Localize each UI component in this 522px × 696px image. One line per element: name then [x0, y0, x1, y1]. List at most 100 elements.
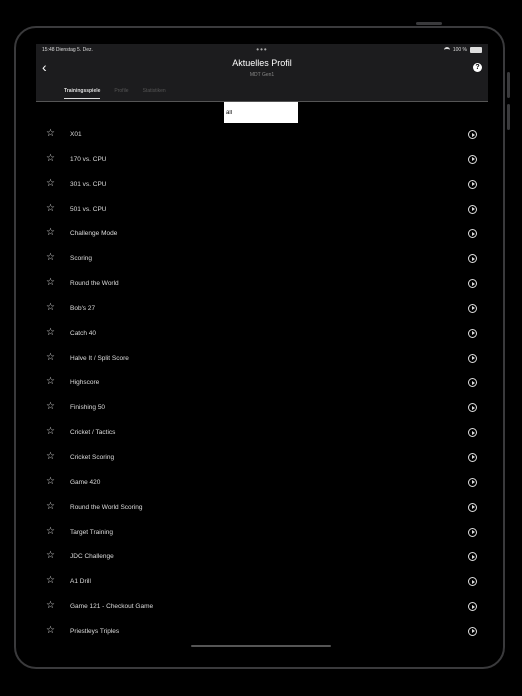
profile-subtitle: MDT Gen1 — [249, 72, 275, 78]
play-icon[interactable] — [468, 204, 477, 214]
status-time: 15:48 Dienstag 5. Dez. — [42, 47, 93, 53]
game-name: Challenge Mode — [70, 230, 118, 238]
play-icon[interactable] — [468, 452, 477, 462]
list-item[interactable]: ☆ Priestleys Triples — [36, 620, 488, 645]
play-icon[interactable] — [468, 279, 477, 289]
list-item[interactable]: ☆ Highscore — [36, 371, 488, 396]
play-icon[interactable] — [468, 303, 477, 313]
play-icon[interactable] — [468, 403, 477, 413]
star-icon[interactable]: ☆ — [46, 178, 55, 189]
status-date: Dienstag 5. Dez. — [55, 47, 93, 53]
tab-trainingsspiele[interactable]: Trainingsspiele — [64, 88, 101, 99]
play-icon[interactable] — [468, 602, 477, 612]
list-item[interactable]: ☆ A1 Drill — [36, 570, 488, 595]
status-right: 100 % — [443, 47, 482, 53]
star-icon[interactable]: ☆ — [46, 228, 55, 238]
tab-statistiken[interactable]: Statistiken — [143, 88, 166, 99]
list-item[interactable]: ☆ Round the World — [36, 272, 488, 297]
nav-header: 15:48 Dienstag 5. Dez. ••• 100 % ‹ Aktue… — [36, 44, 488, 102]
star-icon[interactable]: ☆ — [46, 203, 55, 214]
star-icon[interactable]: ☆ — [46, 526, 55, 537]
play-icon[interactable] — [468, 527, 477, 537]
star-icon[interactable]: ☆ — [46, 476, 55, 487]
game-name: Priestleys Triples — [70, 627, 120, 635]
filter-input[interactable] — [224, 102, 298, 123]
list-item[interactable]: ☆ 501 vs. CPU — [36, 198, 488, 223]
star-icon[interactable]: ☆ — [46, 153, 55, 164]
star-icon[interactable]: ☆ — [46, 129, 55, 139]
star-icon[interactable]: ☆ — [46, 402, 55, 412]
device-volume-up-button — [507, 72, 510, 98]
star-icon[interactable]: ☆ — [46, 501, 55, 512]
list-item[interactable]: ☆ X01 — [36, 123, 488, 148]
list-item[interactable]: ☆ Finishing 50 — [36, 396, 488, 421]
play-icon[interactable] — [468, 626, 477, 636]
home-indicator[interactable] — [191, 645, 331, 647]
game-name: Catch 40 — [70, 329, 97, 337]
list-item[interactable]: ☆ Bob's 27 — [36, 297, 488, 322]
game-name: Finishing 50 — [70, 404, 106, 412]
status-clock: 15:48 — [42, 47, 55, 53]
list-item[interactable]: ☆ Game 121 - Checkout Game — [36, 595, 488, 620]
play-icon[interactable] — [468, 477, 477, 487]
star-icon[interactable]: ☆ — [46, 302, 55, 313]
star-icon[interactable]: ☆ — [46, 278, 55, 288]
play-icon[interactable] — [468, 552, 477, 562]
game-name: Cricket / Tactics — [70, 429, 116, 437]
list-item[interactable]: ☆ Cricket / Tactics — [36, 421, 488, 446]
star-icon[interactable]: ☆ — [46, 625, 55, 636]
battery-icon — [470, 47, 482, 53]
play-icon[interactable] — [468, 378, 477, 388]
list-item[interactable]: ☆ JDC Challenge — [36, 545, 488, 570]
play-icon[interactable] — [468, 428, 477, 438]
star-icon[interactable]: ☆ — [46, 352, 55, 363]
star-icon[interactable]: ☆ — [46, 551, 55, 561]
play-icon[interactable] — [468, 229, 477, 239]
tab-profile[interactable]: Profile — [114, 88, 128, 99]
play-icon[interactable] — [468, 179, 477, 189]
list-item[interactable]: ☆ Catch 40 — [36, 322, 488, 347]
list-item[interactable]: ☆ Round the World Scoring — [36, 496, 488, 521]
star-icon[interactable]: ☆ — [46, 576, 55, 586]
page-title: Aktuelles Profil — [232, 58, 292, 68]
star-icon[interactable]: ☆ — [46, 253, 55, 263]
play-icon[interactable] — [468, 577, 477, 587]
game-name: Bob's 27 — [70, 304, 96, 312]
tab-bar: Trainingsspiele Profile Statistiken — [64, 88, 166, 99]
list-item[interactable]: ☆ Challenge Mode — [36, 222, 488, 247]
list-item[interactable]: ☆ Game 420 — [36, 471, 488, 496]
game-name: 501 vs. CPU — [70, 205, 107, 213]
list-item[interactable]: ☆ Scoring — [36, 247, 488, 272]
game-name: Game 420 — [70, 478, 101, 486]
game-name: Target Training — [70, 528, 113, 536]
play-icon[interactable] — [468, 154, 477, 164]
play-icon[interactable] — [468, 130, 477, 139]
list-item[interactable]: ☆ 170 vs. CPU — [36, 148, 488, 173]
device-volume-down-button — [507, 104, 510, 130]
list-item[interactable]: ☆ Target Training — [36, 521, 488, 546]
help-button[interactable]: ? — [473, 63, 482, 72]
multitasking-dots-icon[interactable]: ••• — [256, 45, 267, 54]
game-list: ☆ X01 ☆ 170 vs. CPU ☆ 301 vs. CPU ☆ 501 vs. CPU… — [36, 123, 488, 645]
status-bar: 15:48 Dienstag 5. Dez. ••• 100 % — [42, 45, 482, 55]
play-icon[interactable] — [468, 353, 477, 363]
list-item[interactable]: ☆ Cricket Scoring — [36, 446, 488, 471]
star-icon[interactable]: ☆ — [46, 327, 55, 338]
screen: 15:48 Dienstag 5. Dez. ••• 100 % ‹ Aktue… — [36, 44, 488, 653]
battery-percent: 100 % — [452, 47, 467, 53]
game-name: Round the World — [70, 280, 119, 288]
game-name: X01 — [70, 131, 82, 138]
star-icon[interactable]: ☆ — [46, 377, 55, 387]
play-icon[interactable] — [468, 254, 477, 264]
list-item[interactable]: ☆ 301 vs. CPU — [36, 173, 488, 198]
list-item[interactable]: ☆ Halve It / Split Score — [36, 347, 488, 372]
star-icon[interactable]: ☆ — [46, 601, 55, 611]
device-top-button — [416, 22, 442, 25]
game-name: Cricket Scoring — [70, 453, 115, 461]
play-icon[interactable] — [468, 502, 477, 512]
game-name: 170 vs. CPU — [70, 155, 107, 163]
star-icon[interactable]: ☆ — [46, 427, 55, 437]
star-icon[interactable]: ☆ — [46, 451, 55, 462]
game-name: Scoring — [70, 255, 93, 263]
play-icon[interactable] — [468, 328, 477, 338]
